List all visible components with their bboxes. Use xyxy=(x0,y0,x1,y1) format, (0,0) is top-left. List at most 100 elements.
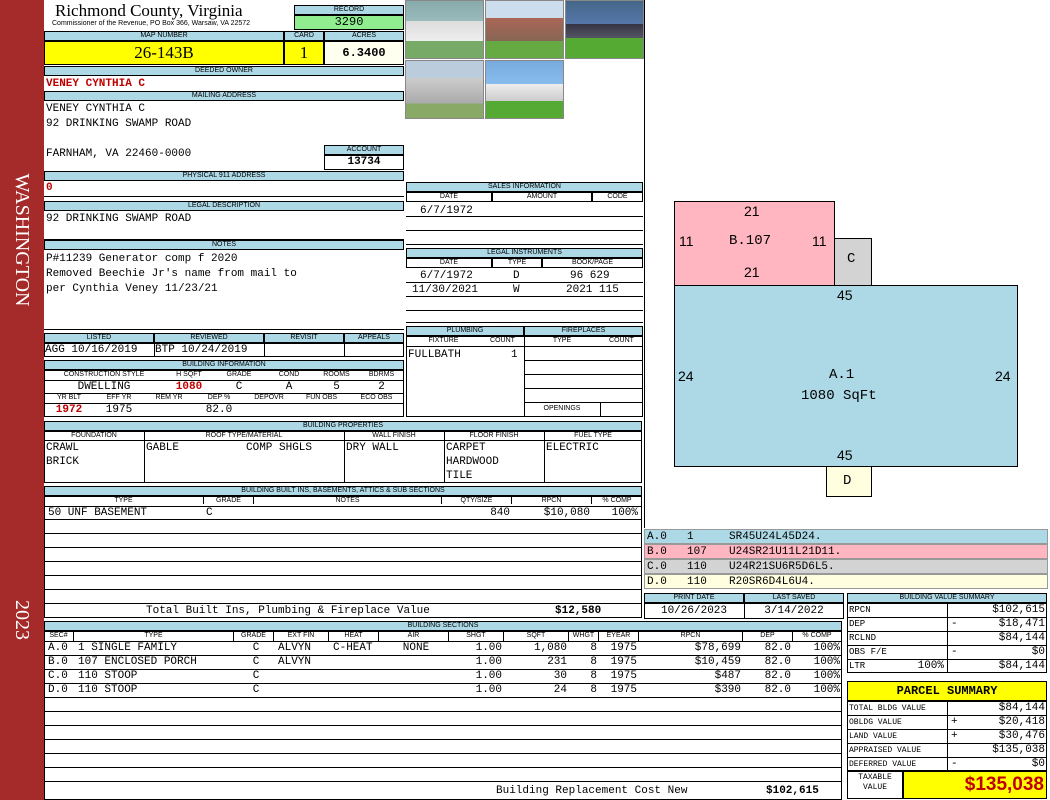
notes-line-2: Removed Beechie Jr's name from mail to xyxy=(46,268,297,280)
fp-count-header: COUNT xyxy=(609,337,634,344)
heated-sqft: 1080 xyxy=(175,381,203,393)
property-photo-1[interactable] xyxy=(405,0,484,59)
section-header-type: TYPE xyxy=(74,632,234,641)
section-row-1-dep: 82.0 xyxy=(764,642,791,654)
a-bottom-dim: 45 xyxy=(837,447,853,463)
sketch-legend-row[interactable]: C.0 110 U24R21SU6R5D6L5. xyxy=(644,559,1048,574)
commissioner-address: Commissioner of the Revenue, PO Box 366,… xyxy=(52,20,251,27)
section-row-3-comp: 100% xyxy=(813,670,840,682)
floor-header: FLOOR FINISH xyxy=(469,432,519,439)
builtin-rpcn: $10,080 xyxy=(543,507,590,519)
section-header-dep: DEP xyxy=(743,632,793,641)
sketch-legend-row[interactable]: A.0 1 SR45U24L45D24. xyxy=(644,529,1048,544)
builtin-comp-header: % COMP xyxy=(602,497,632,504)
taxable-value: $135,038 xyxy=(903,771,1047,799)
builtin-rpcn-header: RPCN xyxy=(512,497,592,504)
reviewed-label: REVIEWED xyxy=(154,333,264,343)
section-header-shgt: SHGT xyxy=(449,632,504,641)
district-sidebar xyxy=(0,0,44,800)
hsqft-header: H SQFT xyxy=(176,371,202,378)
bvs-obs: $0 xyxy=(1031,646,1045,658)
property-photo-4[interactable] xyxy=(405,60,484,119)
roof-header: ROOF TYPE/MATERIAL xyxy=(205,432,283,439)
section-row-3-shgt: 1.00 xyxy=(475,670,502,682)
remyr-header: REM YR xyxy=(155,394,183,401)
card-label: CARD xyxy=(284,31,324,41)
sketch-legend-vec: U24SR21U11L21D11. xyxy=(729,546,842,558)
b-left-dim: 11 xyxy=(679,233,694,249)
fireplaces-label: FIREPLACES xyxy=(524,326,643,336)
card-number: 1 xyxy=(284,41,324,65)
rooms-header: ROOMS xyxy=(323,371,350,378)
instr-type-header: TYPE xyxy=(492,258,542,268)
floor-finish-1: CARPET xyxy=(446,442,486,454)
section-row-2-eyear: 1975 xyxy=(610,656,637,668)
section-row-1-heat: C-HEAT xyxy=(333,642,373,654)
appeals-label: APPEALS xyxy=(344,333,404,343)
sketch-legend-code: 110 xyxy=(687,561,707,573)
plumbing-label: PLUMBING xyxy=(406,326,524,336)
section-header-sqft: SQFT xyxy=(504,632,569,641)
openings-label: OPENINGS xyxy=(543,405,581,412)
section-header-air: AIR xyxy=(379,632,449,641)
section-row-2-dep: 82.0 xyxy=(764,656,791,668)
property-photo-5[interactable] xyxy=(485,60,564,119)
section-row-1-ext: ALVYN xyxy=(278,642,312,654)
sketch-legend-row[interactable]: B.0 107 U24SR21U11L21D11. xyxy=(644,544,1048,559)
appraised-value: $135,038 xyxy=(992,744,1045,756)
section-row-2-shgt: 1.00 xyxy=(475,656,502,668)
bvs-dep-sign: - xyxy=(951,618,958,630)
record-number: 3290 xyxy=(294,15,404,30)
sales-code-header: CODE xyxy=(592,192,643,202)
section-row-1-shgt: 1.00 xyxy=(475,642,502,654)
depovr-header: DEPOVR xyxy=(254,394,284,401)
acres-value: 6.3400 xyxy=(324,41,404,65)
section-row-3-sqft: 30 xyxy=(553,670,567,682)
property-photo-3[interactable] xyxy=(565,0,644,59)
bdrms-header: BDRMS xyxy=(368,371,395,378)
taxable-label-2: VALUE xyxy=(862,783,887,792)
section-row-4-grade: C xyxy=(252,684,260,696)
legal-description: 92 DRINKING SWAMP ROAD xyxy=(46,213,192,225)
roof-material: COMP SHGLS xyxy=(246,442,313,454)
listed-label: LISTED xyxy=(44,333,154,343)
account-number: 13734 xyxy=(324,155,404,170)
builtin-qty: 840 xyxy=(490,507,510,519)
fp-type-header: TYPE xyxy=(552,337,572,344)
bvs-ltr-label: LTR xyxy=(849,661,866,671)
funobs-header: FUN OBS xyxy=(305,394,338,401)
notes-label: NOTES xyxy=(44,240,404,250)
section-row-2-sqft: 231 xyxy=(547,656,567,668)
section-row-1-comp: 100% xyxy=(813,642,840,654)
ecoobs-header: ECO OBS xyxy=(360,394,393,401)
section-row-3-sec: C.0 xyxy=(48,670,68,682)
section-row-4-comp: 100% xyxy=(813,684,840,696)
deferred-value: $0 xyxy=(1031,758,1045,770)
fixture-value: FULLBATH xyxy=(408,349,461,361)
builtin-type-header: TYPE xyxy=(44,497,204,504)
sketch-legend-code: 107 xyxy=(687,546,707,558)
instr-date-header: DATE xyxy=(406,258,492,268)
bdrms-value: 2 xyxy=(378,381,385,393)
sales-info-label: SALES INFORMATION xyxy=(406,182,643,192)
sales-amount-header: AMOUNT xyxy=(492,192,592,202)
plumbing-count-header: COUNT xyxy=(490,337,515,344)
instr-row-1-type: D xyxy=(513,270,520,282)
section-header-heat: HEAT xyxy=(329,632,379,641)
section-header-eyear: EYEAR xyxy=(599,632,639,641)
section-row-4-whgt: 8 xyxy=(590,684,597,696)
cond-value: A xyxy=(285,381,293,393)
section-row-2-comp: 100% xyxy=(813,656,840,668)
fixture-count: 1 xyxy=(511,349,518,361)
sketch-legend-row[interactable]: D.0 110 R20SR6D4L6U4. xyxy=(644,574,1048,589)
section-row-1-eyear: 1975 xyxy=(610,642,637,654)
total-bldg-value: $84,144 xyxy=(998,702,1045,714)
property-photo-2[interactable] xyxy=(485,0,564,59)
section-row-1-whgt: 8 xyxy=(590,642,597,654)
section-row-2-sec: B.0 xyxy=(48,656,68,668)
sketch-legend-sec: B.0 xyxy=(647,546,667,558)
bvs-dep: $18,471 xyxy=(998,618,1045,630)
roof-type: GABLE xyxy=(146,442,180,454)
section-header-whgt: WHGT xyxy=(569,632,599,641)
building-sections-label: BUILDING SECTIONS xyxy=(44,621,842,631)
